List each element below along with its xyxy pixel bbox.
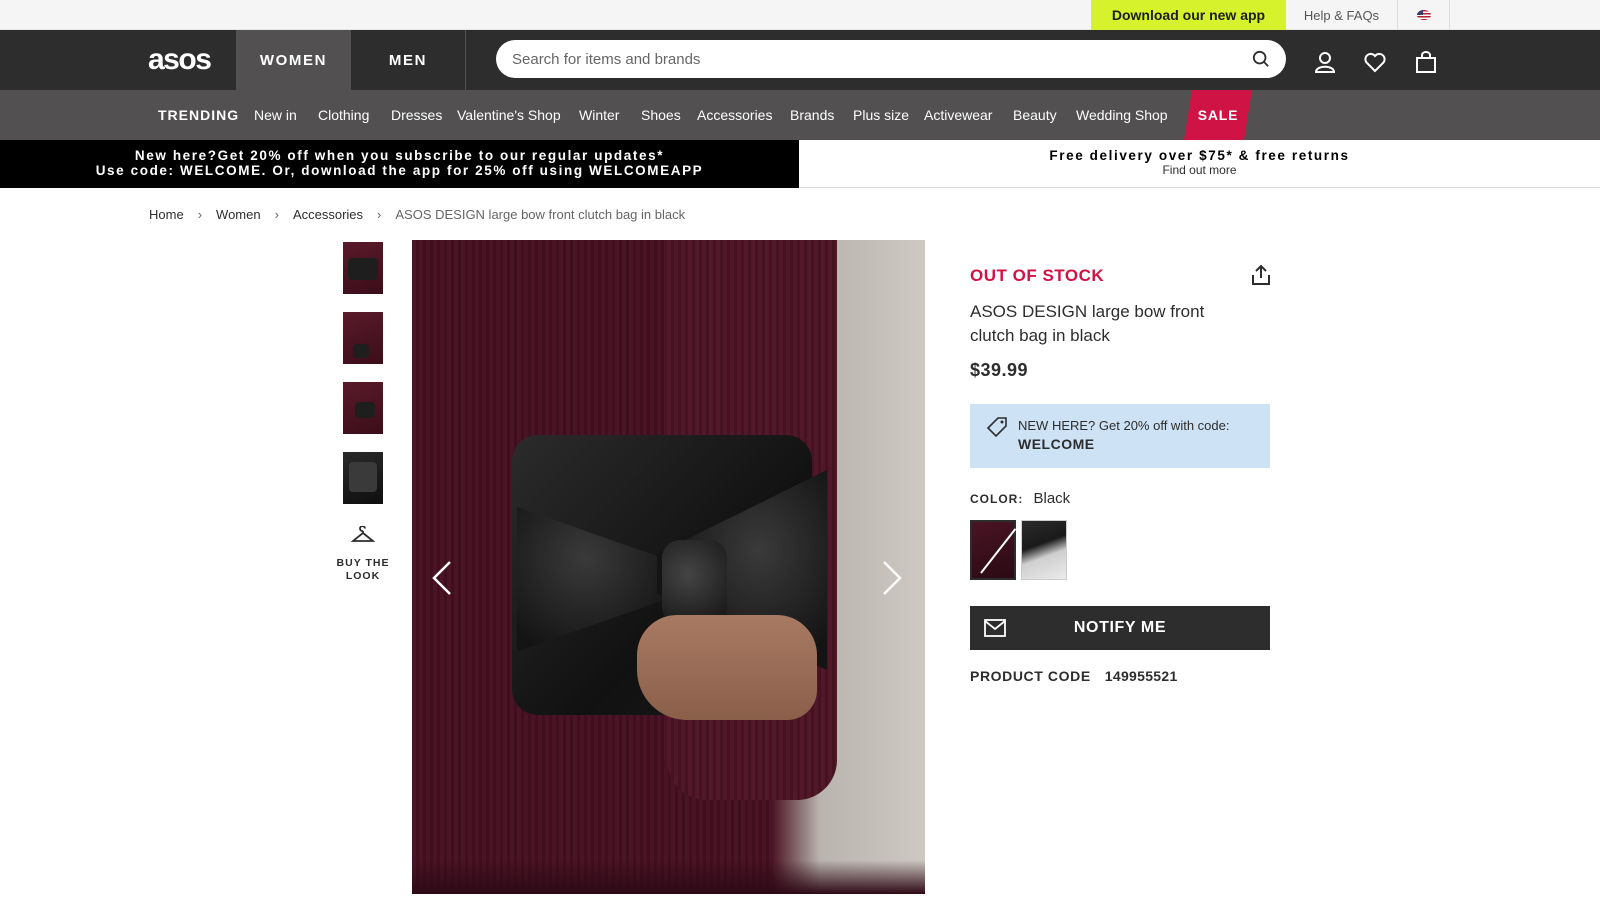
color-swatch-black[interactable] [970,520,1016,580]
nav-trending[interactable]: TRENDING [158,90,239,140]
price-tag-icon [986,417,1007,438]
help-faqs-link[interactable]: Help & FAQs [1286,0,1398,30]
breadcrumb-home[interactable]: Home [149,207,184,222]
product-thumbnail-3[interactable] [343,382,383,434]
color-selector: COLOR: Black [970,490,1070,507]
product-code-value: 149955521 [1104,668,1178,684]
subscribe-promo-banner[interactable]: New here?Get 20% off when you subscribe … [0,140,799,188]
asos-logo[interactable]: asos [148,44,212,76]
nav-plus-size[interactable]: Plus size [853,90,909,140]
buy-the-look-link[interactable]: BUY THE LOOK [330,557,396,583]
product-code-label: PRODUCT CODE [970,668,1091,684]
free-delivery-text: Free delivery over $75* & free returns [1049,148,1350,163]
us-flag-icon [1416,10,1431,20]
nav-accessories[interactable]: Accessories [697,90,772,140]
notify-me-button[interactable]: NOTIFY ME [970,606,1270,650]
nav-wedding-shop[interactable]: Wedding Shop [1076,90,1168,140]
search-icon[interactable] [1252,50,1270,68]
breadcrumb-accessories[interactable]: Accessories [293,207,363,222]
nav-clothing[interactable]: Clothing [318,90,369,140]
product-code: PRODUCT CODE 149955521 [970,668,1178,684]
product-main-image [412,240,925,894]
promo-line-1: New here?Get 20% off when you subscribe … [134,148,665,163]
promo-box-text: NEW HERE? Get 20% off with code: [1018,418,1230,433]
tab-women[interactable]: WOMEN [236,30,351,90]
nav-valentines-shop[interactable]: Valentine's Shop [457,90,561,140]
search-bar [496,40,1286,78]
next-image-arrow-icon[interactable] [880,558,904,598]
nav-beauty[interactable]: Beauty [1013,90,1057,140]
main-header: asos WOMEN MEN [0,30,1600,90]
download-app-link[interactable]: Download our new app [1091,0,1286,30]
promo-box-code: WELCOME [1018,436,1095,452]
product-title: ASOS DESIGN large bow front clutch bag i… [970,302,1205,345]
nav-shoes[interactable]: Shoes [641,90,681,140]
previous-image-arrow-icon[interactable] [430,558,454,598]
breadcrumb: Home › Women › Accessories › ASOS DESIGN… [149,207,699,222]
nav-brands[interactable]: Brands [790,90,834,140]
breadcrumb-current: ASOS DESIGN large bow front clutch bag i… [395,207,686,222]
breadcrumb-women[interactable]: Women [216,207,261,222]
product-thumbnail-1[interactable] [343,242,383,294]
product-thumbnail-4[interactable] [343,452,383,504]
nav-new-in[interactable]: New in [254,90,297,140]
category-nav: TRENDING New in Clothing Dresses Valenti… [0,90,1600,140]
search-input[interactable] [512,40,1232,78]
buy-the-look-line-1: BUY THE [336,557,390,569]
color-value: Black [1033,490,1071,507]
buy-the-look-line-2: LOOK [345,570,381,582]
breadcrumb-separator: › [197,207,203,222]
color-swatch-alternate[interactable] [1021,520,1067,580]
nav-activewear[interactable]: Activewear [924,90,992,140]
account-icon[interactable] [1313,50,1337,74]
discount-promo-box: NEW HERE? Get 20% off with code: WELCOME [970,404,1270,468]
product-price: $39.99 [970,360,1029,380]
bag-icon[interactable] [1414,50,1438,74]
mail-icon [984,619,1006,637]
nav-sale[interactable]: SALE [1184,90,1252,140]
saved-items-icon[interactable] [1363,50,1387,74]
share-icon[interactable] [1251,264,1271,286]
tab-men[interactable]: MEN [351,30,466,90]
color-label: COLOR: [970,492,1024,506]
breadcrumb-separator: › [377,207,382,222]
country-selector[interactable] [1398,0,1450,30]
find-out-more-link[interactable]: Find out more [799,163,1600,178]
nav-winter[interactable]: Winter [579,90,619,140]
notify-me-label: NOTIFY ME [1073,619,1167,636]
product-thumbnail-2[interactable] [343,312,383,364]
top-utility-bar: Download our new app Help & FAQs [0,0,1600,30]
hanger-icon [351,526,375,542]
free-delivery-banner[interactable]: Free delivery over $75* & free returns F… [799,140,1600,188]
nav-dresses[interactable]: Dresses [391,90,442,140]
stock-status: OUT OF STOCK [970,266,1105,285]
breadcrumb-separator: › [274,207,279,222]
promo-line-2: Use code: WELCOME. Or, download the app … [95,163,704,178]
